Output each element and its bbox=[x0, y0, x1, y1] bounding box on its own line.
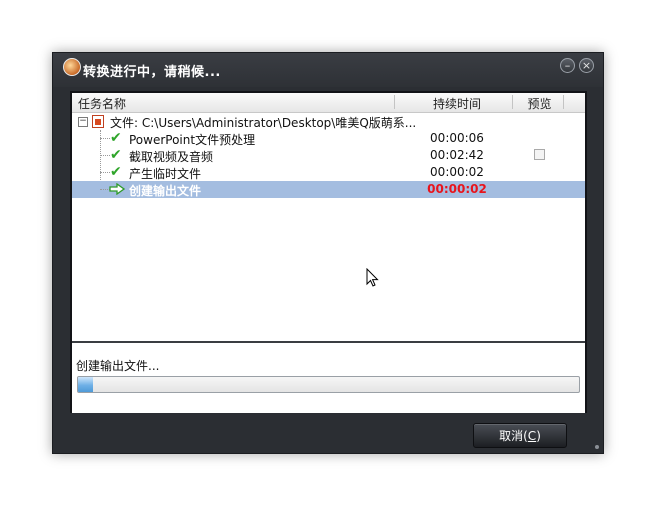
task-duration: 00:00:02 bbox=[430, 165, 484, 179]
title-bar[interactable]: 转换进行中，请稍候... – × bbox=[53, 53, 603, 87]
check-icon: ✔ bbox=[110, 147, 122, 163]
conversion-dialog: 转换进行中，请稍候... – × 任务名称 持续时间 预览 − 文件: C:\U… bbox=[52, 52, 604, 454]
tree-root-row[interactable]: − 文件: C:\Users\Administrator\Desktop\唯美Q… bbox=[72, 113, 585, 130]
task-panel: 任务名称 持续时间 预览 − 文件: C:\Users\Administrato… bbox=[70, 91, 587, 413]
task-row[interactable]: ✔ 截取视频及音频 00:02:42 bbox=[72, 147, 585, 164]
task-label: PowerPoint文件预处理 bbox=[129, 133, 256, 147]
task-label: 创建输出文件 bbox=[129, 184, 202, 198]
app-logo-icon bbox=[63, 58, 81, 76]
task-duration: 00:02:42 bbox=[430, 148, 484, 162]
tree-branch-line bbox=[100, 172, 110, 173]
minimize-button[interactable]: – bbox=[560, 58, 575, 73]
task-duration: 00:00:06 bbox=[430, 131, 484, 145]
cancel-label: 取消( bbox=[499, 429, 528, 443]
column-header-duration[interactable]: 持续时间 bbox=[402, 95, 512, 111]
task-row[interactable]: ✔ PowerPoint文件预处理 00:00:06 bbox=[72, 130, 585, 147]
column-divider[interactable] bbox=[512, 95, 513, 109]
progress-fill bbox=[78, 377, 94, 392]
mouse-cursor-icon bbox=[366, 268, 379, 287]
check-icon: ✔ bbox=[110, 130, 122, 146]
column-divider[interactable] bbox=[394, 95, 395, 109]
task-row-selected[interactable]: 创建输出文件 00:00:02 bbox=[72, 181, 585, 198]
resize-grip[interactable] bbox=[595, 445, 599, 449]
cancel-button[interactable]: 取消(C) bbox=[473, 423, 567, 448]
column-divider[interactable] bbox=[563, 95, 564, 109]
root-file-label: 文件: C:\Users\Administrator\Desktop\唯美Q版萌… bbox=[110, 116, 417, 130]
cancel-suffix: ) bbox=[536, 429, 541, 443]
column-header-task-name[interactable]: 任务名称 bbox=[78, 95, 396, 111]
task-label: 截取视频及音频 bbox=[129, 150, 214, 164]
status-area: 创建输出文件... bbox=[72, 341, 585, 413]
task-label: 产生临时文件 bbox=[129, 167, 202, 181]
check-icon: ✔ bbox=[110, 164, 122, 180]
cancel-accelerator: C bbox=[527, 429, 537, 443]
progress-bar bbox=[77, 376, 580, 393]
arrow-right-icon bbox=[109, 183, 125, 195]
task-tree: − 文件: C:\Users\Administrator\Desktop\唯美Q… bbox=[72, 113, 585, 341]
tree-branch-line bbox=[100, 138, 110, 139]
powerpoint-file-icon bbox=[92, 115, 104, 128]
preview-checkbox[interactable] bbox=[534, 149, 545, 160]
task-row[interactable]: ✔ 产生临时文件 00:00:02 bbox=[72, 164, 585, 181]
collapse-toggle-icon[interactable]: − bbox=[78, 117, 88, 127]
window-title: 转换进行中，请稍候... bbox=[83, 65, 221, 80]
tree-branch-line bbox=[100, 155, 110, 156]
column-header-preview[interactable]: 预览 bbox=[516, 95, 563, 111]
task-duration: 00:00:02 bbox=[427, 182, 487, 196]
list-header: 任务名称 持续时间 预览 bbox=[72, 93, 585, 113]
close-button[interactable]: × bbox=[579, 58, 594, 73]
status-text: 创建输出文件... bbox=[76, 359, 160, 373]
